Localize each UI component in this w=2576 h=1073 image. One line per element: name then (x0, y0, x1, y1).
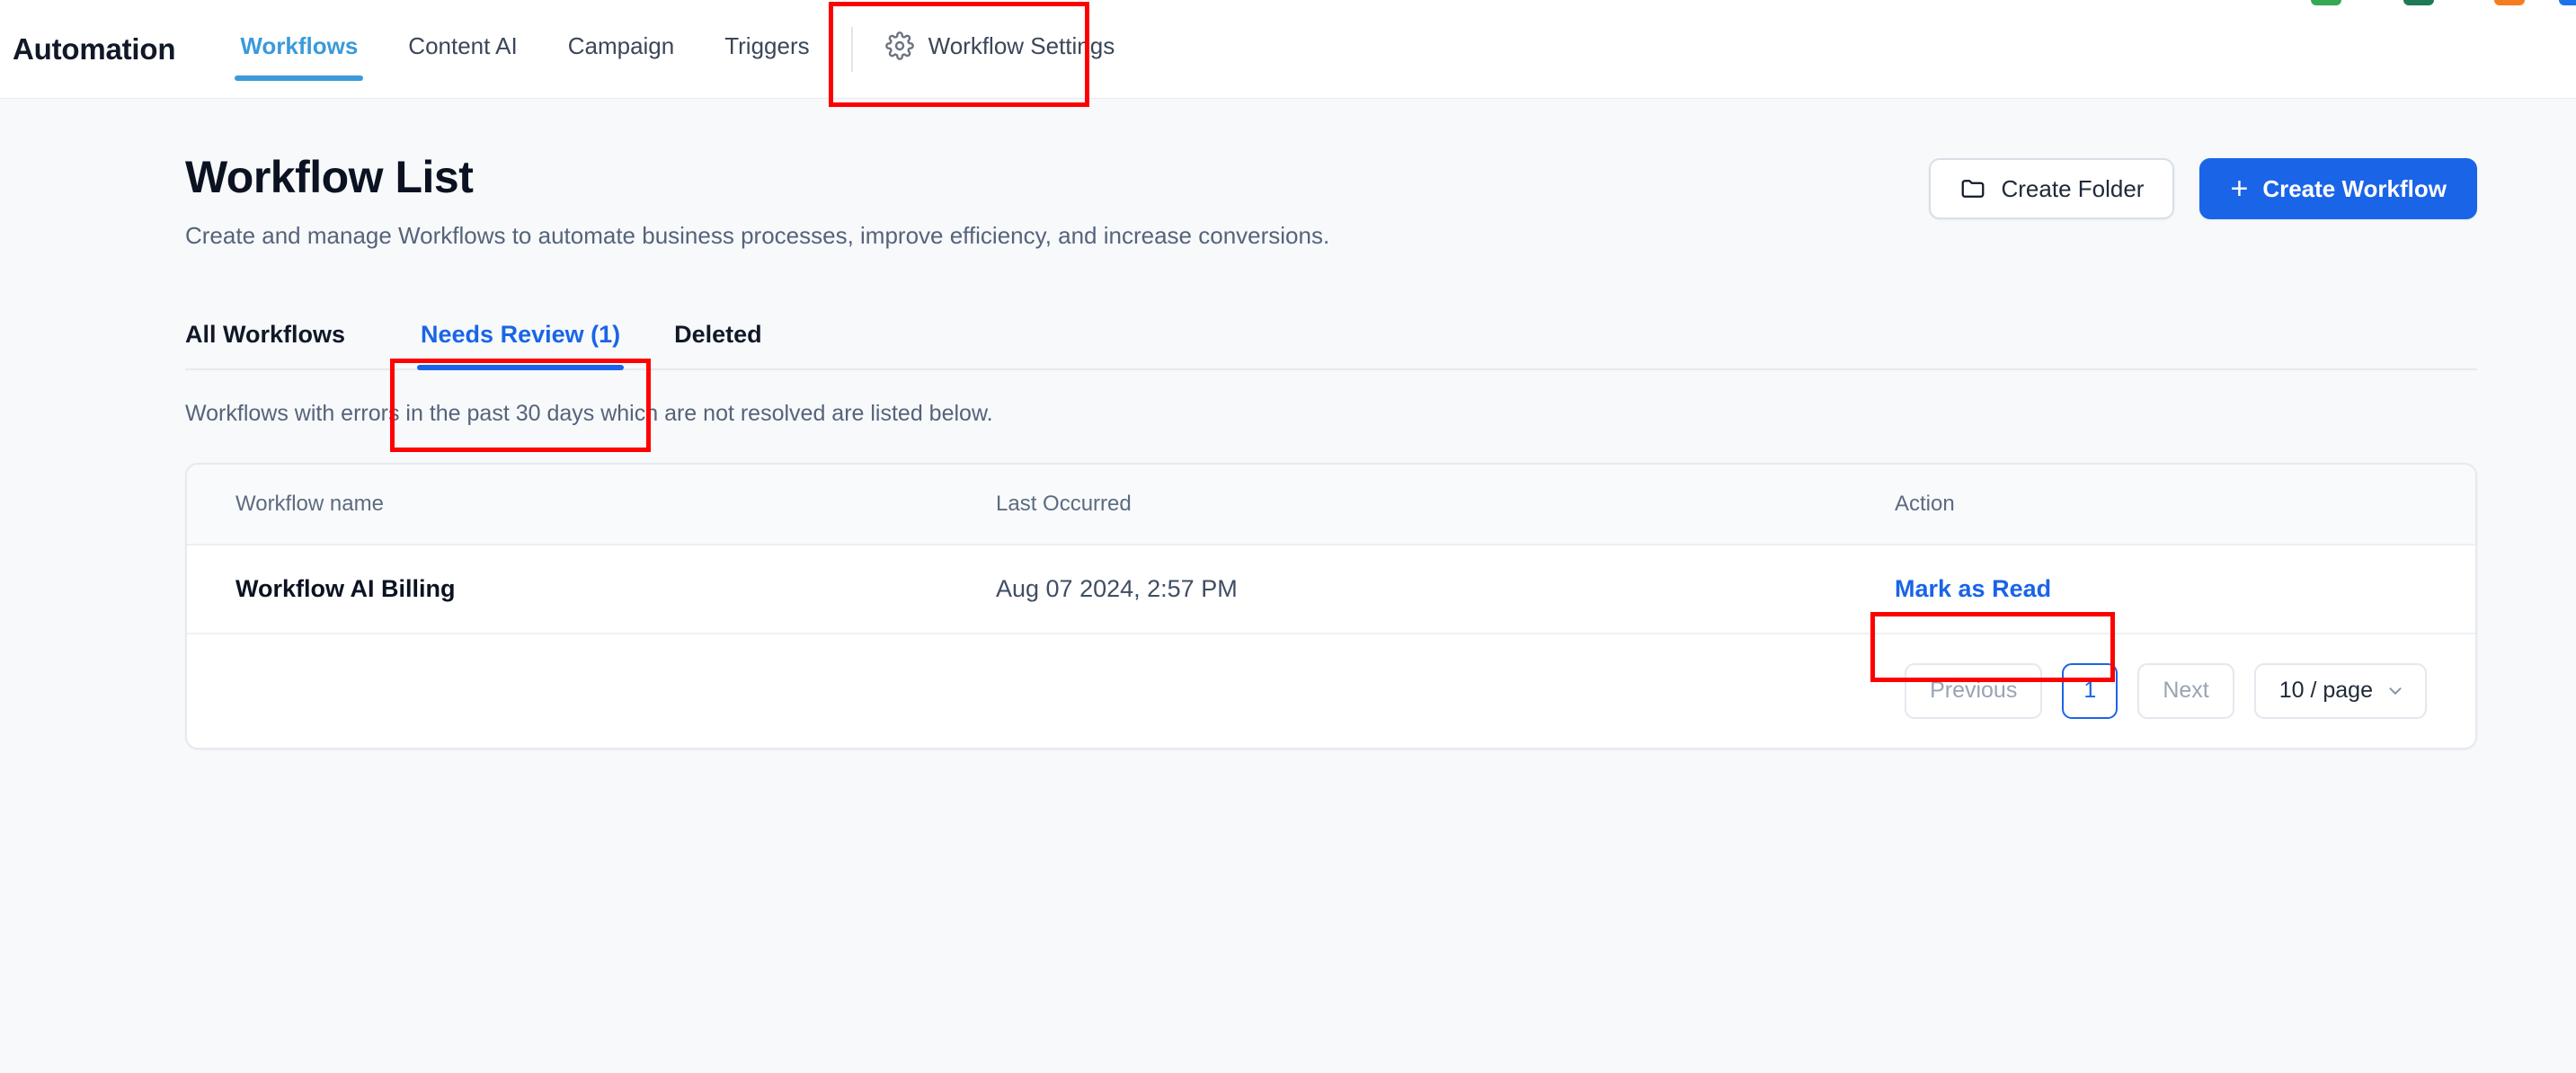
nav-divider (850, 27, 853, 72)
create-workflow-label: Create Workflow (2262, 174, 2447, 202)
page-size-select[interactable]: 10 / page (2253, 662, 2427, 719)
pagination: Previous 1 Next 10 / page (187, 634, 2475, 748)
create-workflow-button[interactable]: + Create Workflow (2199, 158, 2477, 219)
create-folder-button[interactable]: Create Folder (1929, 158, 2175, 219)
column-header-action: Action (1895, 464, 2475, 545)
cell-workflow-name: Workflow AI Billing (187, 544, 996, 634)
section-tabs-wrapper: All Workflows Needs Review (1) Deleted (185, 321, 2477, 370)
nav-tab-triggers-label: Triggers (724, 31, 810, 59)
page-body: Workflow List Create and manage Workflow… (0, 99, 2576, 749)
plus-icon: + (2230, 172, 2249, 206)
page-subtitle: Create and manage Workflows to automate … (185, 222, 1330, 249)
page-header-actions: Create Folder + Create Workflow (1929, 158, 2477, 219)
pagination-page-1-button[interactable]: 1 (2062, 662, 2119, 719)
section-tab-all-workflows[interactable]: All Workflows (185, 321, 372, 368)
nav-tab-workflows[interactable]: Workflows (215, 0, 383, 92)
gear-icon (884, 31, 914, 60)
section-tab-needs-review[interactable]: Needs Review (1) (394, 320, 647, 370)
create-folder-label: Create Folder (2001, 174, 2145, 202)
pagination-previous-button[interactable]: Previous (1905, 662, 2043, 719)
table-header-row: Workflow name Last Occurred Action (187, 464, 2475, 545)
folder-icon (1959, 175, 1986, 202)
table-body: Workflow AI Billing Aug 07 2024, 2:57 PM… (187, 544, 2475, 634)
cell-action: Mark as Read (1895, 544, 2475, 634)
cell-last-occurred: Aug 07 2024, 2:57 PM (996, 544, 1895, 634)
section-tab-needs-review-label: Needs Review (1) (421, 320, 621, 348)
content-container: Workflow List Create and manage Workflow… (0, 99, 2576, 749)
primary-nav-tabs: Workflows Content AI Campaign Triggers W… (215, 0, 1140, 99)
nav-tab-triggers[interactable]: Triggers (699, 0, 834, 92)
page-header-text: Workflow List Create and manage Workflow… (185, 151, 1329, 253)
table-row: Workflow AI Billing Aug 07 2024, 2:57 PM… (187, 544, 2475, 634)
chevron-down-icon (2385, 681, 2405, 701)
nav-tab-workflow-settings-label: Workflow Settings (928, 31, 1115, 59)
column-header-last-occurred: Last Occurred (996, 464, 1895, 545)
nav-tab-workflow-settings[interactable]: Workflow Settings (866, 0, 1141, 92)
mark-as-read-link[interactable]: Mark as Read (1895, 575, 2051, 602)
column-header-workflow-name: Workflow name (187, 464, 996, 545)
section-note: Workflows with errors in the past 30 day… (185, 400, 993, 426)
nav-tab-workflows-label: Workflows (240, 31, 359, 59)
app-bar: Automation Workflows Content AI Campaign… (0, 0, 2576, 99)
page-header: Workflow List Create and manage Workflow… (185, 151, 2477, 253)
needs-review-table: Workflow name Last Occurred Action Workf… (187, 464, 2475, 634)
nav-tab-content-ai-label: Content AI (408, 31, 518, 59)
nav-tab-content-ai[interactable]: Content AI (383, 0, 542, 92)
pagination-next-button[interactable]: Next (2137, 662, 2234, 719)
workflow-table-card: Workflow name Last Occurred Action Workf… (185, 462, 2477, 749)
table-head: Workflow name Last Occurred Action (187, 464, 2475, 545)
section-tab-deleted-label: Deleted (674, 320, 762, 348)
section-tab-all-workflows-label: All Workflows (185, 320, 346, 348)
nav-tab-campaign[interactable]: Campaign (543, 0, 700, 92)
section-tabs: All Workflows Needs Review (1) Deleted (185, 321, 2477, 370)
page-title: Workflow List (185, 152, 474, 202)
section-tab-deleted[interactable]: Deleted (647, 321, 789, 368)
nav-tab-campaign-label: Campaign (567, 31, 675, 59)
app-brand-title: Automation (13, 32, 176, 66)
page-size-label: 10 / page (2278, 678, 2373, 704)
